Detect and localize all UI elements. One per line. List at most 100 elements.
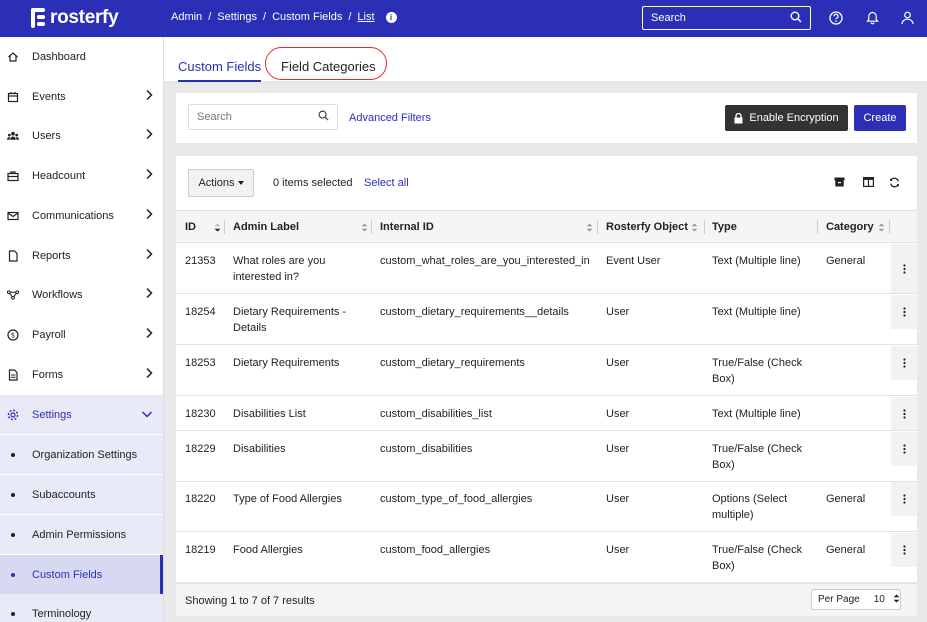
cell-object: User xyxy=(606,408,630,420)
columns-icon[interactable] xyxy=(862,176,874,188)
sort-icon[interactable] xyxy=(586,223,593,235)
search-icon[interactable] xyxy=(790,11,802,26)
top-bar: rosterfy Admin / Settings / Custom Field… xyxy=(0,0,927,37)
global-search[interactable] xyxy=(642,6,811,30)
cell-admin-label: Disabilities List xyxy=(233,408,306,420)
bell-icon[interactable] xyxy=(863,9,881,27)
table-row[interactable]: 18229 Disabilities custom_disabilities U… xyxy=(176,432,917,482)
row-menu-icon[interactable] xyxy=(891,244,917,293)
column-header-label: Type xyxy=(712,220,737,233)
sidebar-subitem-subaccounts[interactable]: Subaccounts xyxy=(0,475,163,514)
table-row[interactable]: 21353 What roles are you interested in? c… xyxy=(176,244,917,294)
results-summary: Showing 1 to 7 of 7 results xyxy=(185,595,315,607)
breadcrumb-settings[interactable]: Settings xyxy=(217,11,257,23)
per-page-value: 10 xyxy=(873,594,885,605)
archive-icon[interactable] xyxy=(833,176,845,188)
sidebar-item-communications[interactable]: Communications xyxy=(0,196,163,235)
cell-id: 18230 xyxy=(185,408,216,420)
row-menu-icon[interactable] xyxy=(891,482,917,516)
sort-desc-icon[interactable] xyxy=(214,223,221,235)
cell-internal-id: custom_disabilities xyxy=(380,443,473,455)
sidebar-item-label: Reports xyxy=(32,249,71,262)
chevron-right-icon xyxy=(145,168,153,183)
cell-id: 18219 xyxy=(185,544,216,556)
column-header-rosterfy-object[interactable]: Rosterfy Object xyxy=(606,211,698,242)
cell-internal-id: custom_dietary_requirements xyxy=(380,357,525,369)
sort-icon[interactable] xyxy=(878,223,885,235)
table-row[interactable]: 18219 Food Allergies custom_food_allergi… xyxy=(176,533,917,583)
sort-icon[interactable] xyxy=(691,223,698,235)
refresh-icon[interactable] xyxy=(888,176,900,188)
per-page-select[interactable]: Per Page 10 xyxy=(811,589,901,610)
cell-category: General xyxy=(826,493,866,505)
row-menu-icon[interactable] xyxy=(891,295,917,329)
tab-custom-fields[interactable]: Custom Fields xyxy=(178,59,262,82)
breadcrumb-list[interactable]: List xyxy=(357,11,374,23)
cell-admin-label: Dietary Requirements xyxy=(233,357,340,369)
cell-id: 18254 xyxy=(185,306,216,318)
sidebar-item-reports[interactable]: Reports xyxy=(0,236,163,275)
sidebar-item-label: Communications xyxy=(32,209,114,222)
home-icon xyxy=(7,51,19,63)
sidebar-item-workflows[interactable]: Workflows xyxy=(0,275,163,314)
create-button[interactable]: Create xyxy=(854,105,906,131)
dollar-icon: $ xyxy=(7,328,19,341)
chevron-right-icon xyxy=(145,367,153,382)
table-search[interactable] xyxy=(188,104,338,130)
user-icon[interactable] xyxy=(898,9,916,27)
cell-category: General xyxy=(826,544,866,556)
sidebar-item-users[interactable]: Users xyxy=(0,116,163,155)
row-menu-icon[interactable] xyxy=(891,533,917,567)
breadcrumb-custom-fields[interactable]: Custom Fields xyxy=(272,11,342,23)
sidebar-item-settings[interactable]: Settings xyxy=(0,395,163,434)
enable-encryption-button[interactable]: Enable Encryption xyxy=(725,105,848,131)
tab-field-categories[interactable]: Field Categories xyxy=(281,59,376,74)
column-header-category[interactable]: Category xyxy=(826,211,885,242)
column-header-internal-id[interactable]: Internal ID xyxy=(380,211,593,242)
sidebar-subitem-terminology[interactable]: Terminology xyxy=(0,594,163,622)
global-search-input[interactable] xyxy=(651,12,790,24)
workflow-icon xyxy=(7,289,19,301)
row-menu-icon[interactable] xyxy=(891,432,917,466)
cell-internal-id: custom_what_roles_are_you_interested_in xyxy=(380,255,590,267)
bullet-icon xyxy=(11,492,15,497)
sort-icon[interactable] xyxy=(361,223,368,235)
sidebar-subitem-label: Subaccounts xyxy=(32,488,96,501)
column-header-id[interactable]: ID xyxy=(185,211,221,242)
info-icon[interactable]: i xyxy=(385,11,397,23)
advanced-filters-link[interactable]: Advanced Filters xyxy=(349,112,431,124)
users-icon xyxy=(7,130,19,142)
select-all-link[interactable]: Select all xyxy=(364,177,409,189)
sidebar-item-headcount[interactable]: Headcount xyxy=(0,156,163,195)
cell-internal-id: custom_type_of_food_allergies xyxy=(380,493,533,505)
sidebar-subitem-organization-settings[interactable]: Organization Settings xyxy=(0,435,163,474)
sidebar-item-forms[interactable]: Forms xyxy=(0,355,163,394)
breadcrumb-admin[interactable]: Admin xyxy=(171,11,202,23)
table-row[interactable]: 18253 Dietary Requirements custom_dietar… xyxy=(176,346,917,396)
sidebar-subitem-custom-fields[interactable]: Custom Fields xyxy=(0,555,163,594)
sidebar-item-dashboard[interactable]: Dashboard xyxy=(0,37,163,76)
tabs-bar: Custom Fields Field Categories xyxy=(164,37,927,82)
table-row[interactable]: 18220 Type of Food Allergies custom_type… xyxy=(176,482,917,532)
row-menu-icon[interactable] xyxy=(891,397,917,430)
file-icon xyxy=(7,249,19,262)
row-menu-icon[interactable] xyxy=(891,346,917,380)
search-icon[interactable] xyxy=(318,110,329,124)
envelope-icon xyxy=(7,210,19,222)
sidebar-item-events[interactable]: Events xyxy=(0,77,163,116)
chevron-right-icon xyxy=(145,89,153,104)
logo-text: rosterfy xyxy=(50,7,119,28)
actions-dropdown[interactable]: Actions xyxy=(188,169,254,197)
table-search-input[interactable] xyxy=(197,111,318,123)
sidebar-item-label: Workflows xyxy=(32,288,83,301)
help-icon[interactable] xyxy=(827,9,845,27)
sidebar-subitem-admin-permissions[interactable]: Admin Permissions xyxy=(0,515,163,554)
table-row[interactable]: 18230 Disabilities List custom_disabilit… xyxy=(176,397,917,431)
table-row[interactable]: 18254 Dietary Requirements - Details cust… xyxy=(176,295,917,345)
sidebar-item-payroll[interactable]: $ Payroll xyxy=(0,315,163,354)
column-header-admin-label[interactable]: Admin Label xyxy=(233,211,368,242)
cell-admin-label: Type of Food Allergies xyxy=(233,493,342,505)
rosterfy-logo[interactable]: rosterfy xyxy=(31,6,119,30)
selected-count: 0 items selected xyxy=(273,177,353,189)
cell-category: General xyxy=(826,255,866,267)
